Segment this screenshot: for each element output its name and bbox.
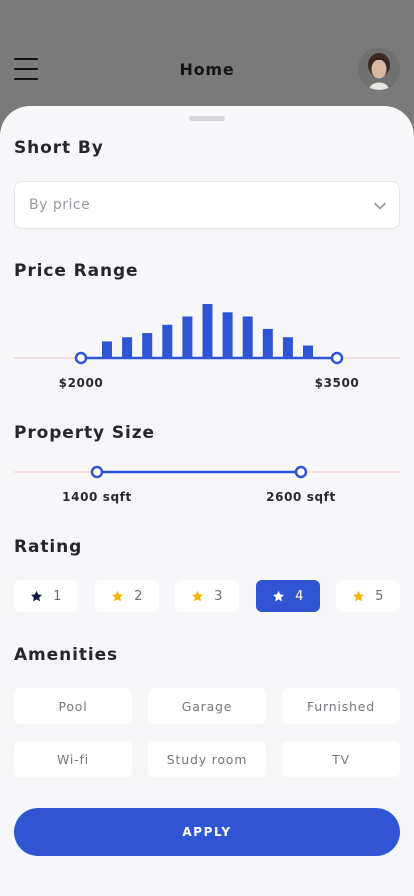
rating-label: 3 bbox=[214, 588, 223, 604]
price-histogram-bar bbox=[222, 312, 233, 358]
sort-title: Short By bbox=[14, 138, 104, 158]
amenity-study-room[interactable]: Study room bbox=[148, 741, 266, 777]
star-icon bbox=[31, 590, 43, 601]
price-histogram-bar bbox=[162, 324, 173, 358]
avatar[interactable] bbox=[358, 48, 400, 90]
sort-selected-value: By price bbox=[29, 197, 91, 213]
rating-option-1[interactable]: 1 bbox=[14, 580, 78, 612]
rating-label: 5 bbox=[375, 588, 384, 604]
price-max-handle[interactable] bbox=[330, 351, 344, 365]
amenity-tv[interactable]: TV bbox=[282, 741, 400, 777]
price-histogram-bar bbox=[242, 316, 253, 358]
sort-select[interactable]: By price bbox=[14, 181, 400, 229]
rating-option-3[interactable]: 3 bbox=[175, 580, 239, 612]
rating-label: 4 bbox=[295, 588, 304, 604]
size-min-handle[interactable] bbox=[90, 465, 104, 479]
rating-label: 1 bbox=[53, 588, 62, 604]
star-icon bbox=[192, 590, 204, 601]
top-app-bar: Home bbox=[0, 0, 414, 110]
amenities-title: Amenities bbox=[14, 645, 119, 665]
property-size-slider[interactable] bbox=[0, 462, 414, 482]
star-icon bbox=[273, 590, 285, 601]
size-min-label: 1400 sqft bbox=[62, 490, 132, 504]
price-histogram-bar bbox=[122, 337, 133, 358]
rating-option-4[interactable]: 4 bbox=[256, 580, 320, 612]
rating-option-2[interactable]: 2 bbox=[95, 580, 159, 612]
rating-title: Rating bbox=[14, 537, 83, 557]
price-histogram-bar bbox=[142, 333, 153, 358]
price-max-label: $3500 bbox=[314, 376, 360, 390]
price-range-title: Price Range bbox=[14, 261, 139, 281]
price-min-handle[interactable] bbox=[74, 351, 88, 365]
filter-sheet: Short By By price Price Range $2000 $350… bbox=[0, 106, 414, 896]
price-histogram-bar bbox=[262, 328, 273, 358]
apply-button[interactable]: APPLY bbox=[14, 808, 400, 856]
drag-handle[interactable] bbox=[189, 116, 225, 121]
rating-option-5[interactable]: 5 bbox=[336, 580, 400, 612]
property-size-title: Property Size bbox=[14, 423, 155, 443]
amenity-garage[interactable]: Garage bbox=[148, 688, 266, 724]
rating-options: 1 2 3 4 5 bbox=[14, 580, 400, 612]
star-icon bbox=[112, 590, 124, 601]
amenity-wifi[interactable]: Wi-fi bbox=[14, 741, 132, 777]
rating-label: 2 bbox=[134, 588, 143, 604]
size-max-handle[interactable] bbox=[294, 465, 308, 479]
price-min-label: $2000 bbox=[58, 376, 104, 390]
chevron-down-icon bbox=[374, 202, 386, 210]
star-icon bbox=[353, 590, 365, 601]
amenity-pool[interactable]: Pool bbox=[14, 688, 132, 724]
price-range-chart bbox=[14, 304, 400, 365]
price-histogram-bar bbox=[182, 316, 193, 358]
page-title: Home bbox=[179, 60, 235, 79]
price-histogram-bar bbox=[282, 337, 293, 358]
price-histogram-bar bbox=[202, 304, 213, 358]
price-histogram-bar bbox=[102, 341, 112, 358]
size-max-label: 2600 sqft bbox=[266, 490, 336, 504]
amenity-furnished[interactable]: Furnished bbox=[282, 688, 400, 724]
price-histogram-bar bbox=[303, 345, 313, 358]
